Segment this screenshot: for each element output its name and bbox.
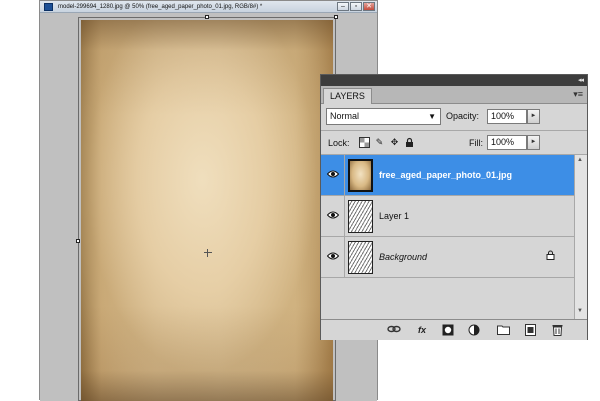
restore-button[interactable]: ▫ xyxy=(350,2,362,11)
layer-thumbnail[interactable] xyxy=(348,159,373,192)
panel-header-bar[interactable]: ◂◂ xyxy=(321,75,587,86)
transform-handle-left[interactable] xyxy=(76,239,80,243)
new-group-icon[interactable] xyxy=(496,324,510,336)
divider xyxy=(321,130,587,131)
close-button[interactable]: ✕ xyxy=(363,2,375,11)
opacity-input[interactable]: 100% xyxy=(487,109,527,124)
layer-name[interactable]: Background xyxy=(379,251,427,263)
panel-tab-strip: LAYERS ▾≡ xyxy=(321,86,587,104)
layer-row-free-aged-paper[interactable]: free_aged_paper_photo_01.jpg xyxy=(321,155,574,196)
tab-layers[interactable]: LAYERS xyxy=(323,88,372,104)
chevron-down-icon: ▼ xyxy=(428,112,436,121)
layer-name[interactable]: free_aged_paper_photo_01.jpg xyxy=(379,169,512,181)
scroll-down-icon[interactable]: ▼ xyxy=(577,308,583,314)
eye-icon xyxy=(327,211,339,219)
visibility-toggle[interactable] xyxy=(321,155,345,195)
trash-icon[interactable] xyxy=(550,324,564,336)
layer-row-background[interactable]: Background xyxy=(321,237,574,278)
opacity-label: Opacity: xyxy=(446,111,480,121)
transform-handle-top[interactable] xyxy=(205,15,209,19)
fill-input[interactable]: 100% xyxy=(487,135,527,150)
layer-list-scrollbar[interactable]: ▲ ▼ xyxy=(574,155,587,319)
fx-icon[interactable]: fx xyxy=(415,324,429,336)
opacity-stepper-button[interactable]: ► xyxy=(527,109,540,124)
layer-name[interactable]: Layer 1 xyxy=(379,210,409,222)
visibility-toggle[interactable] xyxy=(321,237,345,277)
visibility-toggle[interactable] xyxy=(321,196,345,236)
lock-label: Lock: xyxy=(328,138,350,148)
layer-thumbnail[interactable] xyxy=(348,241,373,274)
layers-panel-footer: fx xyxy=(321,319,587,340)
layer-list: free_aged_paper_photo_01.jpg Layer 1 Bac… xyxy=(321,155,574,319)
scroll-up-icon[interactable]: ▲ xyxy=(577,157,583,163)
window-controls: – ▫ ✕ xyxy=(337,2,375,11)
minimize-button[interactable]: – xyxy=(337,2,349,11)
new-layer-icon[interactable] xyxy=(523,324,537,336)
layer-thumbnail[interactable] xyxy=(348,200,373,233)
lock-transparent-pixels-icon[interactable] xyxy=(359,137,370,148)
collapse-panel-icon[interactable]: ◂◂ xyxy=(578,76,584,85)
panel-menu-icon[interactable]: ▾≡ xyxy=(573,90,583,99)
layers-panel: ◂◂ LAYERS ▾≡ Normal ▼ Opacity: 100% ► Lo… xyxy=(320,74,588,340)
adjustment-layer-icon[interactable] xyxy=(467,324,481,336)
document-title: model-299694_1280.jpg @ 50% (free_aged_p… xyxy=(58,4,263,10)
link-layers-icon[interactable] xyxy=(387,324,401,336)
lock-all-icon[interactable] xyxy=(404,137,415,148)
add-mask-icon[interactable] xyxy=(441,324,455,336)
aged-paper-image[interactable] xyxy=(81,20,333,401)
fill-label: Fill: xyxy=(469,138,483,148)
layer-row-layer-1[interactable]: Layer 1 xyxy=(321,196,574,237)
transform-center-icon[interactable] xyxy=(204,249,212,257)
lock-position-icon[interactable]: ✥ xyxy=(389,137,400,148)
lock-image-pixels-icon[interactable]: ✎ xyxy=(374,137,385,148)
eye-icon xyxy=(327,170,339,178)
fill-stepper-button[interactable]: ► xyxy=(527,135,540,150)
photoshop-app-icon xyxy=(44,3,53,11)
document-titlebar[interactable]: model-299694_1280.jpg @ 50% (free_aged_p… xyxy=(40,1,377,13)
lock-icon xyxy=(546,250,555,263)
blend-mode-select[interactable]: Normal ▼ xyxy=(326,108,441,125)
eye-icon xyxy=(327,252,339,260)
blend-mode-value: Normal xyxy=(330,111,360,121)
transform-handle-top-right[interactable] xyxy=(334,15,338,19)
